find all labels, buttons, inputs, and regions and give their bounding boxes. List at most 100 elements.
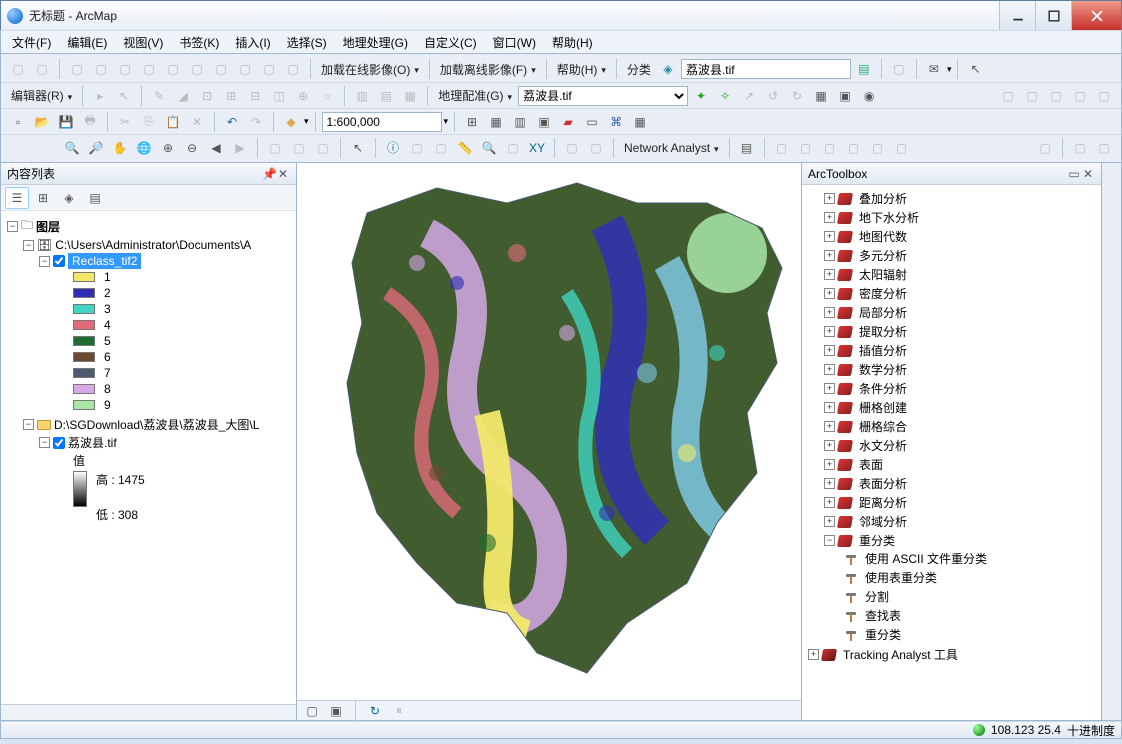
tool-icon[interactable]: ▤ xyxy=(853,58,875,80)
paste-icon[interactable]: 📋 xyxy=(162,111,184,133)
toolset[interactable]: 地图代数 xyxy=(859,228,907,245)
georef-tool-icon[interactable]: ▣ xyxy=(834,85,856,107)
tool-icon[interactable]: ▢ xyxy=(138,58,160,80)
edit-tool-icon[interactable]: ▤ xyxy=(375,85,397,107)
toolset[interactable]: 密度分析 xyxy=(859,285,907,302)
expand-icon[interactable]: + xyxy=(824,421,835,432)
expand-icon[interactable]: + xyxy=(824,516,835,527)
python-icon[interactable]: ⌘ xyxy=(605,111,627,133)
layout-view-icon[interactable]: ▣ xyxy=(327,702,345,720)
expand-icon[interactable]: + xyxy=(824,212,835,223)
next-extent-icon[interactable]: ▶ xyxy=(229,137,251,159)
tool-icon[interactable]: ▦ xyxy=(629,111,651,133)
print-icon[interactable]: 🖶 xyxy=(79,111,101,133)
toolset[interactable]: 多元分析 xyxy=(859,247,907,264)
expand-icon[interactable]: + xyxy=(824,193,835,204)
tool-icon[interactable]: ▢ xyxy=(843,137,865,159)
toolset[interactable]: 地下水分析 xyxy=(859,209,919,226)
georef-tool-icon[interactable]: ◉ xyxy=(858,85,880,107)
tool-icon[interactable]: ▢ xyxy=(867,137,889,159)
load-offline-imagery[interactable]: 加载离线影像(F) xyxy=(436,61,540,78)
close-pane-icon[interactable]: ✕ xyxy=(1081,167,1095,181)
tool-icon[interactable]: ▢ xyxy=(1069,85,1091,107)
right-dock-strip[interactable] xyxy=(1101,163,1121,720)
tool-icon[interactable]: ▭ xyxy=(581,111,603,133)
editor-dropdown[interactable]: 编辑器(R) xyxy=(7,87,76,104)
network-analyst-dropdown[interactable]: Network Analyst xyxy=(620,141,723,155)
maximize-button[interactable] xyxy=(1035,1,1071,30)
collapse-icon[interactable]: − xyxy=(7,221,18,232)
expand-icon[interactable]: + xyxy=(824,383,835,394)
expand-icon[interactable]: + xyxy=(824,364,835,375)
help-dropdown[interactable]: 帮助(H) xyxy=(553,61,610,78)
toolset[interactable]: 局部分析 xyxy=(859,304,907,321)
link-table-icon[interactable]: ▦ xyxy=(810,85,832,107)
toolset[interactable]: 栅格创建 xyxy=(859,399,907,416)
toolbox-icon[interactable]: ▥ xyxy=(509,111,531,133)
tool-icon[interactable]: ▢ xyxy=(891,137,913,159)
gp-tool[interactable]: 分割 xyxy=(865,588,889,605)
add-control-point-icon[interactable]: ✦ xyxy=(690,85,712,107)
xy-icon[interactable]: XY xyxy=(526,137,548,159)
expand-icon[interactable]: + xyxy=(808,649,819,660)
gp-tool[interactable]: 使用表重分类 xyxy=(865,569,937,586)
classify-layer-combo[interactable] xyxy=(681,59,851,79)
tool-icon[interactable]: ▢ xyxy=(264,137,286,159)
menu-view[interactable]: 视图(V) xyxy=(116,31,170,54)
layer-visibility-checkbox[interactable] xyxy=(53,255,65,267)
toolset[interactable]: 表面 xyxy=(859,456,883,473)
edit-tool-icon[interactable]: ◢ xyxy=(172,85,194,107)
pin-icon[interactable]: ▭ xyxy=(1067,167,1081,181)
list-by-source-icon[interactable]: ⊞ xyxy=(31,187,55,209)
arctoolbox-tree[interactable]: +叠加分析+地下水分析+地图代数+多元分析+太阳辐射+密度分析+局部分析+提取分… xyxy=(802,185,1101,720)
collapse-icon[interactable]: − xyxy=(39,256,50,267)
pin-icon[interactable]: 📌 xyxy=(262,167,276,181)
close-button[interactable] xyxy=(1071,1,1121,30)
layer-reclass[interactable]: Reclass_tif2 xyxy=(68,253,141,269)
tool-icon[interactable]: ▢ xyxy=(258,58,280,80)
toolset[interactable]: 插值分析 xyxy=(859,342,907,359)
fixed-zoom-out-icon[interactable]: ⊖ xyxy=(181,137,203,159)
collapse-icon[interactable]: − xyxy=(23,419,34,430)
expand-icon[interactable]: + xyxy=(824,269,835,280)
expand-icon[interactable]: + xyxy=(824,478,835,489)
georef-tool-icon[interactable]: ↻ xyxy=(786,85,808,107)
toolset[interactable]: 水文分析 xyxy=(859,437,907,454)
edit-tool-icon[interactable]: ✎ xyxy=(148,85,170,107)
expand-icon[interactable]: + xyxy=(824,307,835,318)
tool-icon[interactable]: ▢ xyxy=(561,137,583,159)
prev-extent-icon[interactable]: ◀ xyxy=(205,137,227,159)
tool-icon[interactable]: ▢ xyxy=(234,58,256,80)
undo-icon[interactable]: ↶ xyxy=(221,111,243,133)
toolset[interactable]: 邻域分析 xyxy=(859,513,907,530)
measure-icon[interactable]: 📏 xyxy=(454,137,476,159)
pointer-icon[interactable]: ↖ xyxy=(964,58,986,80)
collapse-icon[interactable]: − xyxy=(824,535,835,546)
menu-help[interactable]: 帮助(H) xyxy=(545,31,600,54)
layer-icon[interactable]: ◈ xyxy=(657,58,679,80)
menu-insert[interactable]: 插入(I) xyxy=(228,31,277,54)
layer-libo[interactable]: 荔波县.tif xyxy=(68,434,117,451)
expand-icon[interactable]: + xyxy=(824,402,835,413)
tool-icon[interactable]: ▢ xyxy=(114,58,136,80)
edit-tool-icon[interactable]: ⊞ xyxy=(220,85,242,107)
data-view-icon[interactable]: ▢ xyxy=(303,702,321,720)
new-icon[interactable]: ▫ xyxy=(7,111,29,133)
toolset[interactable]: 栅格综合 xyxy=(859,418,907,435)
table-icon[interactable]: ▦ xyxy=(485,111,507,133)
editor-toolbar-icon[interactable]: ⊞ xyxy=(461,111,483,133)
edit-tool-icon[interactable]: ↖ xyxy=(113,85,135,107)
toolset[interactable]: 距离分析 xyxy=(859,494,907,511)
expand-icon[interactable]: + xyxy=(824,459,835,470)
tool-icon[interactable]: ▢ xyxy=(819,137,841,159)
toolset[interactable]: 数学分析 xyxy=(859,361,907,378)
tool-icon[interactable]: ▢ xyxy=(31,58,53,80)
group2-path[interactable]: D:\SGDownload\荔波县\荔波县_大图\L xyxy=(54,416,259,433)
tool-icon[interactable]: ▢ xyxy=(888,58,910,80)
select-icon[interactable]: ↖ xyxy=(347,137,369,159)
layers-root[interactable]: 图层 xyxy=(36,218,60,235)
tool-icon[interactable]: ▢ xyxy=(1021,85,1043,107)
georef-tool-icon[interactable]: ↺ xyxy=(762,85,784,107)
delete-icon[interactable]: ✕ xyxy=(186,111,208,133)
tool-icon[interactable]: ▢ xyxy=(406,137,428,159)
